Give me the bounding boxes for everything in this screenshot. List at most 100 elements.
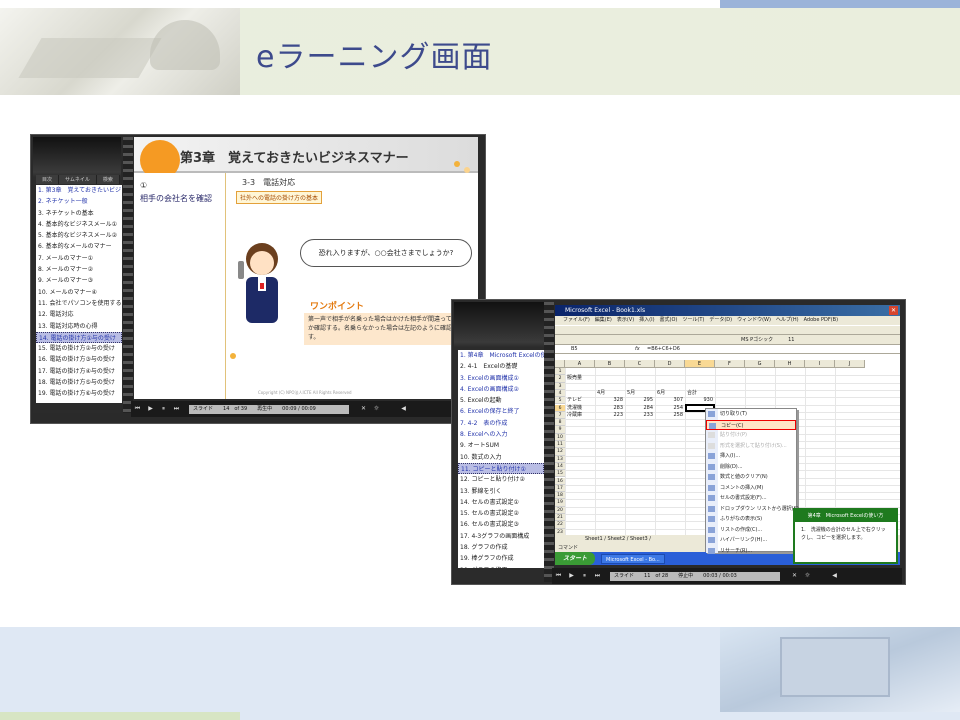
row-header[interactable]: 22 bbox=[555, 521, 565, 529]
toc-item[interactable]: 17. 電話の掛け方④与の受け bbox=[36, 366, 122, 377]
toc-item[interactable]: 10. メールのマナー④ bbox=[36, 287, 122, 298]
context-menu-item[interactable]: 形式を選択して貼り付け(S)... bbox=[706, 441, 796, 452]
row-header[interactable]: 13 bbox=[555, 455, 565, 463]
row-header[interactable]: 5 bbox=[555, 397, 565, 405]
row-header[interactable]: 14 bbox=[555, 462, 565, 471]
row-header[interactable]: 18 bbox=[555, 492, 565, 500]
toc-item[interactable]: 10. 数式の入力 bbox=[458, 452, 544, 463]
column-header[interactable]: A bbox=[565, 360, 595, 368]
toc-item[interactable]: 17. 4-3グラフの画面構成 bbox=[458, 531, 544, 542]
next-icon[interactable]: ⏭ bbox=[591, 571, 604, 581]
toc-item[interactable]: 19. 電話の掛け方⑥与の受け bbox=[36, 388, 122, 399]
cell-b7[interactable]: 223 bbox=[597, 412, 623, 419]
cell-a2[interactable]: 販売量 bbox=[567, 375, 593, 382]
column-header[interactable]: C bbox=[625, 360, 655, 368]
toc-item[interactable]: 19. 棒グラフの作成 bbox=[458, 553, 544, 564]
row-header[interactable]: 21 bbox=[555, 514, 565, 522]
toc-item[interactable]: 13. 電話対応時の心得 bbox=[36, 321, 122, 332]
context-menu-item[interactable]: ふりがなの表示(S) bbox=[706, 514, 796, 525]
tab-toc[interactable]: 目次 bbox=[36, 175, 60, 184]
toc-item[interactable]: 11. コピーと貼り付け① bbox=[458, 462, 544, 475]
cell-a7[interactable]: 冷蔵庫 bbox=[567, 412, 593, 419]
context-menu-item[interactable]: ドロップダウン リストから選択(K)... bbox=[706, 504, 804, 515]
column-header[interactable]: I bbox=[805, 360, 835, 368]
tab-search[interactable]: 検索 bbox=[96, 175, 120, 184]
context-menu-item[interactable]: コメントの挿入(M) bbox=[706, 483, 796, 494]
toc-item[interactable]: 11. 会社でパソコンを使用する bbox=[36, 298, 122, 309]
toc-item[interactable]: 2. ネチケット一般 bbox=[36, 196, 122, 207]
row-header[interactable]: 7 bbox=[555, 411, 565, 420]
row-header[interactable]: 9 bbox=[555, 426, 565, 434]
row-header[interactable]: 10 bbox=[555, 433, 565, 441]
cell-d4[interactable]: 6月 bbox=[657, 390, 683, 397]
toc-item[interactable]: 16. セルの書式設定③ bbox=[458, 519, 544, 530]
close-icon[interactable]: ✕ bbox=[788, 571, 801, 581]
toc-item[interactable]: 9. オートSUM bbox=[458, 440, 544, 451]
name-box[interactable]: B5 bbox=[571, 345, 578, 354]
toc-item[interactable]: 3. Excelの画面構成① bbox=[458, 373, 544, 384]
toc-item[interactable]: 8. メールのマナー② bbox=[36, 264, 122, 275]
prev-icon[interactable]: ⏮ bbox=[552, 571, 565, 581]
cell-c4[interactable]: 5月 bbox=[627, 390, 653, 397]
toc-item[interactable]: 20. グラフの修正 bbox=[458, 565, 544, 568]
column-header[interactable]: F bbox=[715, 360, 745, 368]
context-menu-item[interactable]: セルの書式設定(F)... bbox=[706, 493, 796, 504]
cell-c5[interactable]: 295 bbox=[627, 397, 653, 404]
context-menu-item[interactable]: リストの作成(C)... bbox=[706, 525, 796, 536]
pause-icon[interactable]: ⏸ bbox=[157, 404, 170, 414]
toc-item[interactable]: 2. 4-1 Excelの基礎 bbox=[458, 361, 544, 372]
toc-item[interactable]: 12. コピーと貼り付け② bbox=[458, 474, 544, 485]
start-button[interactable]: スタート bbox=[555, 552, 596, 565]
toc-item[interactable]: 4. 基本的なビジネスメール① bbox=[36, 219, 122, 230]
toc-item[interactable]: 15. 電話の掛け方②与の受け bbox=[36, 343, 122, 354]
row-header[interactable]: 1 bbox=[555, 368, 565, 376]
toc-item[interactable]: 5. 基本的なビジネスメール② bbox=[36, 230, 122, 241]
grid-corner[interactable] bbox=[555, 360, 565, 368]
row-header[interactable]: 4 bbox=[555, 389, 565, 398]
toc-item[interactable]: 9. メールのマナー③ bbox=[36, 275, 122, 286]
cell-b6[interactable]: 283 bbox=[597, 405, 623, 412]
row-header[interactable]: 15 bbox=[555, 470, 565, 478]
toc-item[interactable]: 13. 罫線を引く bbox=[458, 486, 544, 497]
context-menu-item[interactable]: 貼り付け(P) bbox=[706, 430, 796, 441]
row-header[interactable]: 17 bbox=[555, 484, 565, 493]
excel-menubar[interactable]: ファイル(F) 編集(E) 表示(V) 挿入(I) 書式(O) ツール(T) デ… bbox=[555, 316, 900, 325]
settings-icon[interactable]: ☼ bbox=[801, 571, 814, 581]
context-menu-item[interactable]: 切り取り(T) bbox=[706, 409, 796, 420]
settings-icon[interactable]: ☼ bbox=[370, 404, 383, 414]
toc-item[interactable]: 12. 電話対応 bbox=[36, 309, 122, 320]
window-close-icon[interactable]: ✕ bbox=[889, 306, 898, 315]
cell-e4[interactable]: 合計 bbox=[687, 390, 713, 397]
column-header[interactable]: D bbox=[655, 360, 685, 368]
volume-icon[interactable]: ◀ bbox=[397, 404, 410, 414]
toc-item[interactable]: 14. 電話の掛け方①与の受け bbox=[36, 331, 122, 344]
column-header[interactable]: J bbox=[835, 360, 865, 368]
row-header[interactable]: 8 bbox=[555, 419, 565, 427]
context-menu-item[interactable]: コピー(C) bbox=[706, 419, 796, 430]
row-header[interactable]: 19 bbox=[555, 499, 565, 507]
row-header[interactable]: 20 bbox=[555, 506, 565, 514]
column-header[interactable]: B bbox=[595, 360, 625, 368]
tab-thumbnail[interactable]: サムネイル bbox=[59, 175, 97, 184]
toc-item[interactable]: 6. Excelの保存と終了 bbox=[458, 406, 544, 417]
close-icon[interactable]: ✕ bbox=[357, 404, 370, 414]
prev-icon[interactable]: ⏮ bbox=[131, 404, 144, 414]
context-menu-item[interactable]: 削除(D)... bbox=[706, 462, 796, 473]
pause-icon[interactable]: ⏸ bbox=[578, 571, 591, 581]
cell-d7[interactable]: 258 bbox=[657, 412, 683, 419]
row-header[interactable]: 16 bbox=[555, 477, 565, 485]
formula-input[interactable]: =B6+C6+D6 bbox=[647, 345, 680, 354]
cell-a5[interactable]: テレビ bbox=[567, 397, 593, 404]
toc-item[interactable]: 18. グラフの作成 bbox=[458, 542, 544, 553]
context-menu-item[interactable]: 数式と値のクリア(N) bbox=[706, 472, 796, 483]
context-menu-item[interactable]: ハイパーリンク(H)... bbox=[706, 535, 796, 546]
excel-toolbar[interactable] bbox=[555, 325, 900, 335]
cell-a6[interactable]: 洗濯機 bbox=[567, 405, 593, 412]
toc-item[interactable]: 14. セルの書式設定① bbox=[458, 497, 544, 508]
toc-item[interactable]: 6. 基本的なメールのマナー bbox=[36, 241, 122, 252]
volume-icon[interactable]: ◀ bbox=[828, 571, 841, 581]
cell-c6[interactable]: 284 bbox=[627, 405, 653, 412]
toc-item[interactable]: 3. ネチケットの基本 bbox=[36, 208, 122, 219]
cell-c7[interactable]: 233 bbox=[627, 412, 653, 419]
column-header[interactable]: G bbox=[745, 360, 775, 368]
